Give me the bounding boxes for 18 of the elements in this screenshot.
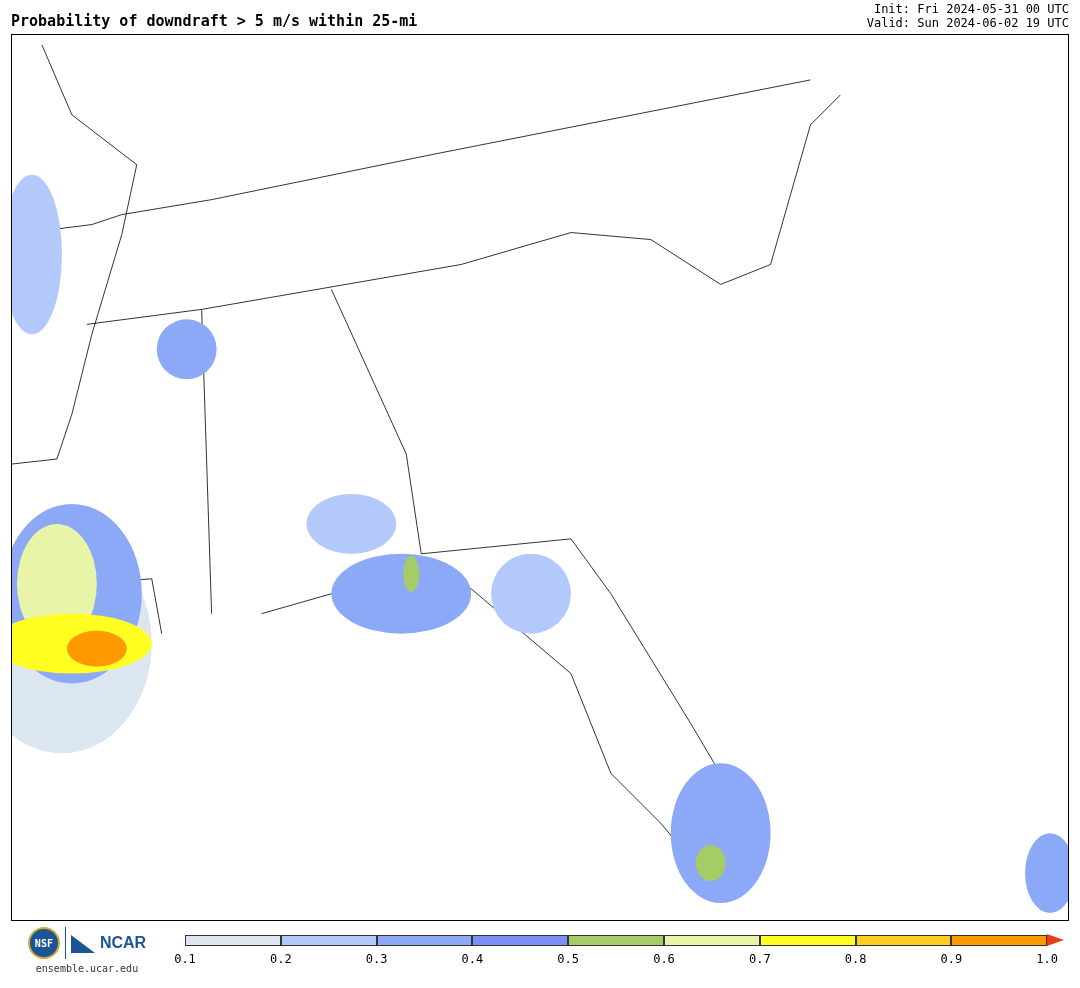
- tick-label: 1.0: [1036, 952, 1059, 966]
- arrow-swatch: [1047, 934, 1065, 946]
- tick-label: 0.4: [461, 952, 484, 966]
- tick-label: 0.9: [940, 952, 963, 966]
- triangle-icon: [70, 933, 95, 953]
- tick-label: 0.2: [269, 952, 292, 966]
- nsf-logo: NSF: [27, 927, 60, 959]
- ncar-logo: NCAR: [99, 934, 147, 952]
- valid-time: Valid: Sun 2024-06-02 19 UTC: [866, 16, 1069, 30]
- tick-label: 0.8: [844, 952, 867, 966]
- tick-label: 0.1: [174, 952, 196, 966]
- website-url: ensemble.ucar.edu: [35, 963, 139, 974]
- chart-title: Probability of downdraft > 5 m/s within 25-mi: [11, 12, 418, 30]
- tick-label: 0.3: [365, 952, 388, 966]
- tick-label: 0.6: [653, 952, 675, 966]
- tick-label: 0.5: [557, 952, 580, 966]
- init-time: Init: Fri 2024-05-31 00 UTC: [872, 2, 1069, 16]
- tick-label: 0.7: [748, 952, 771, 966]
